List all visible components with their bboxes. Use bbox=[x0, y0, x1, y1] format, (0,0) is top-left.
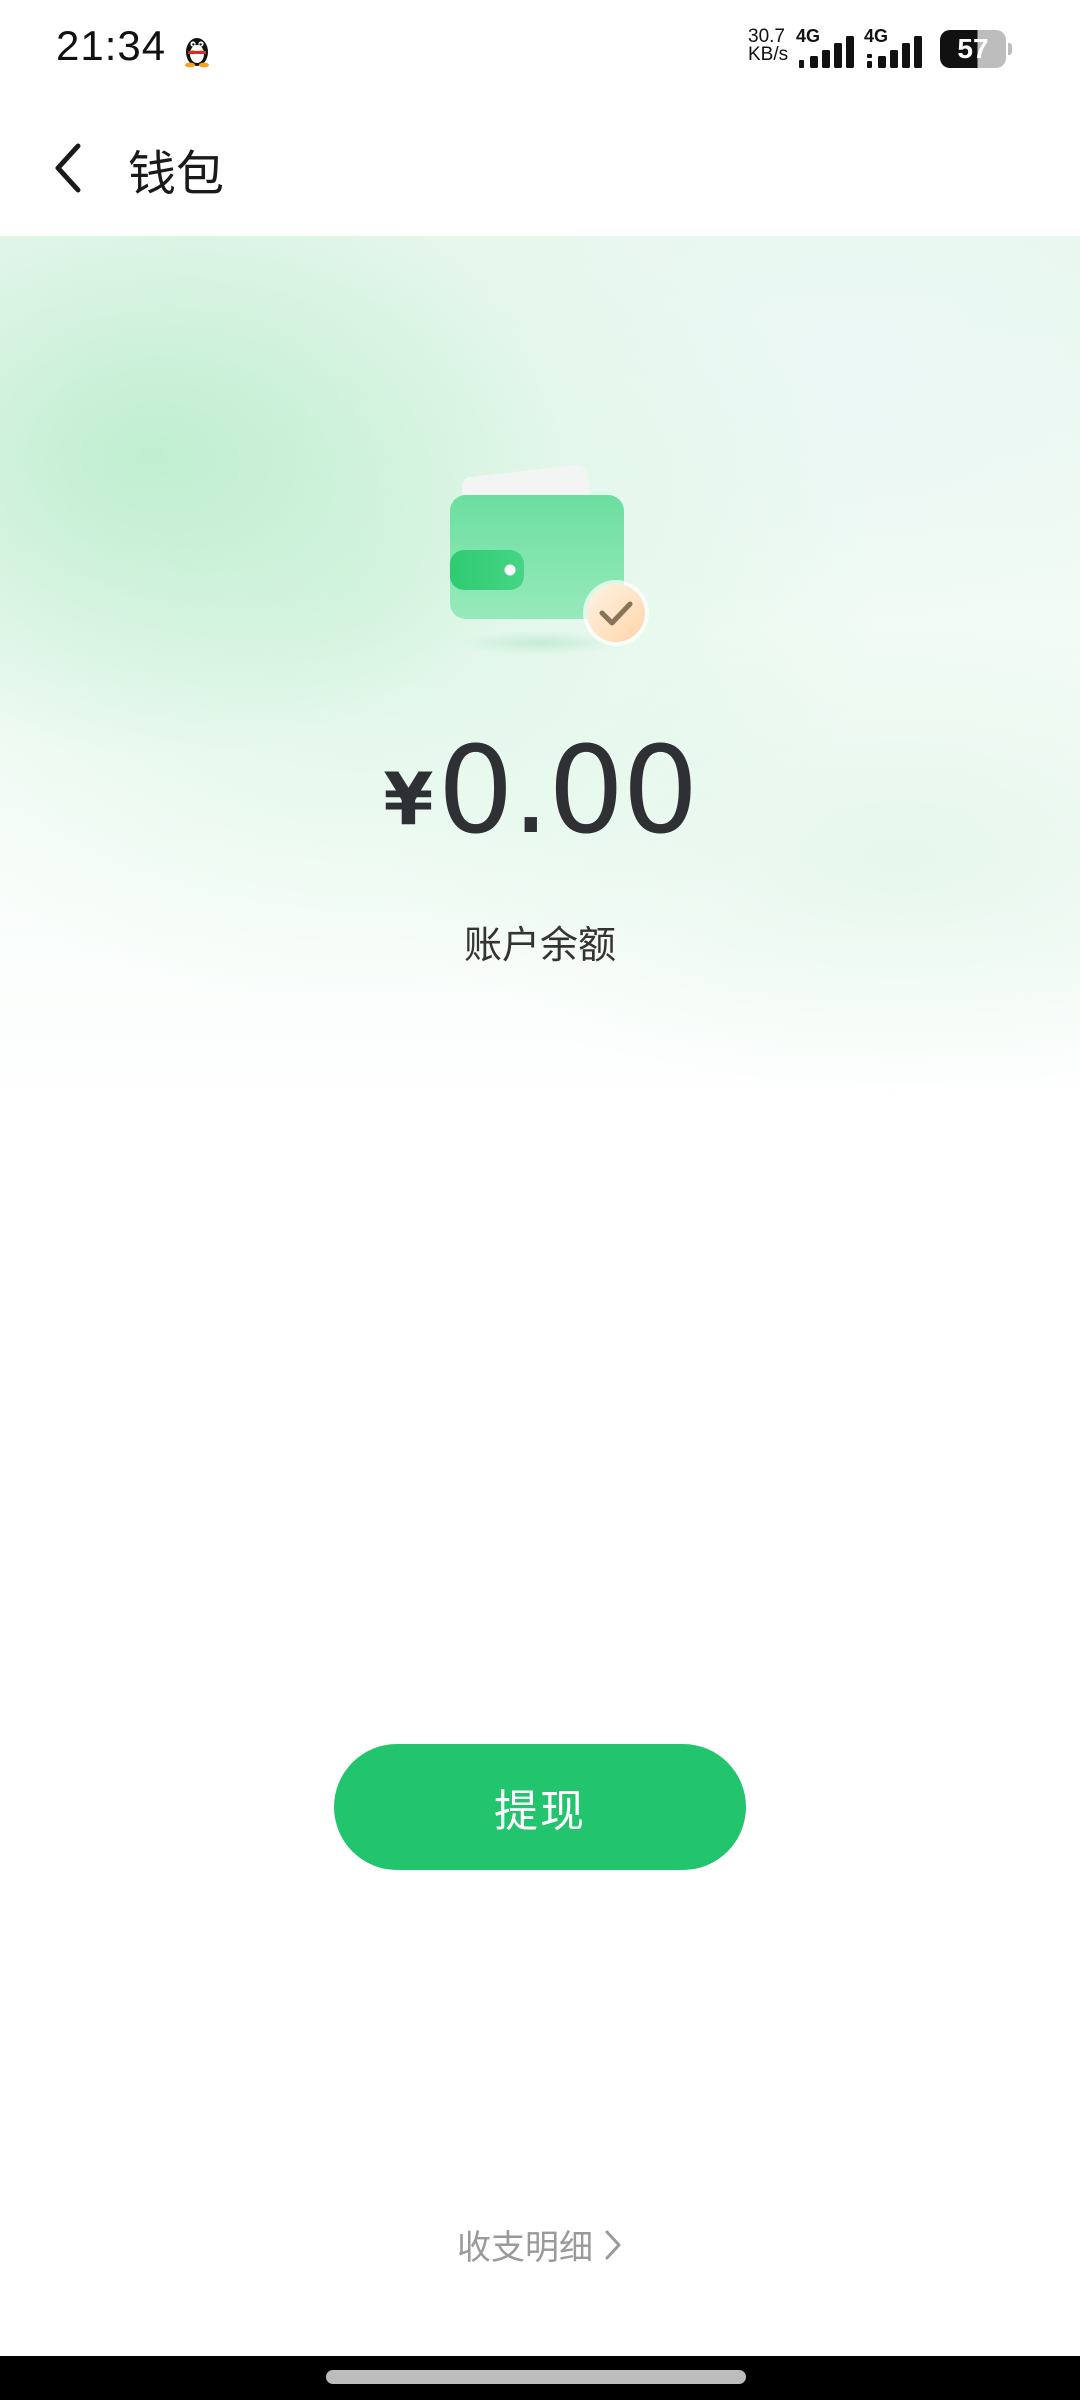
qq-penguin-icon bbox=[185, 38, 209, 68]
wallet-screen: 21:34 30.7 KB/s 4G 4G 57 钱包 ¥0.00 账户余额 提… bbox=[0, 0, 1080, 2400]
signal-sim-1: 4G bbox=[796, 26, 862, 70]
network-speed-unit: KB/s bbox=[748, 44, 789, 65]
network-speed: 30.7 KB/s bbox=[748, 27, 796, 65]
signal-sim-2: 4G bbox=[864, 26, 934, 70]
balance-value: 0.00 bbox=[437, 722, 698, 861]
battery-level: 57 bbox=[957, 33, 989, 64]
chevron-right-icon bbox=[603, 2228, 623, 2262]
balance-amount: ¥0.00 bbox=[0, 722, 1080, 861]
transaction-details-link[interactable]: 收支明细 bbox=[0, 2220, 1080, 2269]
currency-symbol: ¥ bbox=[383, 757, 434, 841]
home-indicator[interactable] bbox=[326, 2370, 746, 2384]
withdraw-button[interactable]: 提现 bbox=[334, 1744, 746, 1870]
signal-strength-icon bbox=[867, 36, 922, 68]
chevron-left-icon bbox=[55, 143, 81, 193]
withdraw-button-label: 提现 bbox=[494, 1786, 586, 1837]
balance-label: 账户余额 bbox=[463, 923, 616, 967]
transaction-details-label: 收支明细 bbox=[457, 2228, 593, 2268]
wallet-check-icon bbox=[450, 464, 649, 655]
hero-background bbox=[0, 236, 1080, 1136]
page-title: 钱包 bbox=[128, 146, 225, 202]
status-bar: 21:34 30.7 KB/s 4G 4G 57 bbox=[0, 0, 1080, 100]
signal-strength-icon bbox=[799, 36, 854, 68]
system-nav-bar bbox=[0, 2356, 1080, 2400]
battery-indicator: 57 bbox=[940, 30, 1012, 68]
back-button[interactable] bbox=[30, 130, 106, 206]
status-time: 21:34 bbox=[56, 22, 167, 69]
app-header: 钱包 bbox=[0, 100, 1080, 236]
battery-tip bbox=[1008, 43, 1012, 55]
